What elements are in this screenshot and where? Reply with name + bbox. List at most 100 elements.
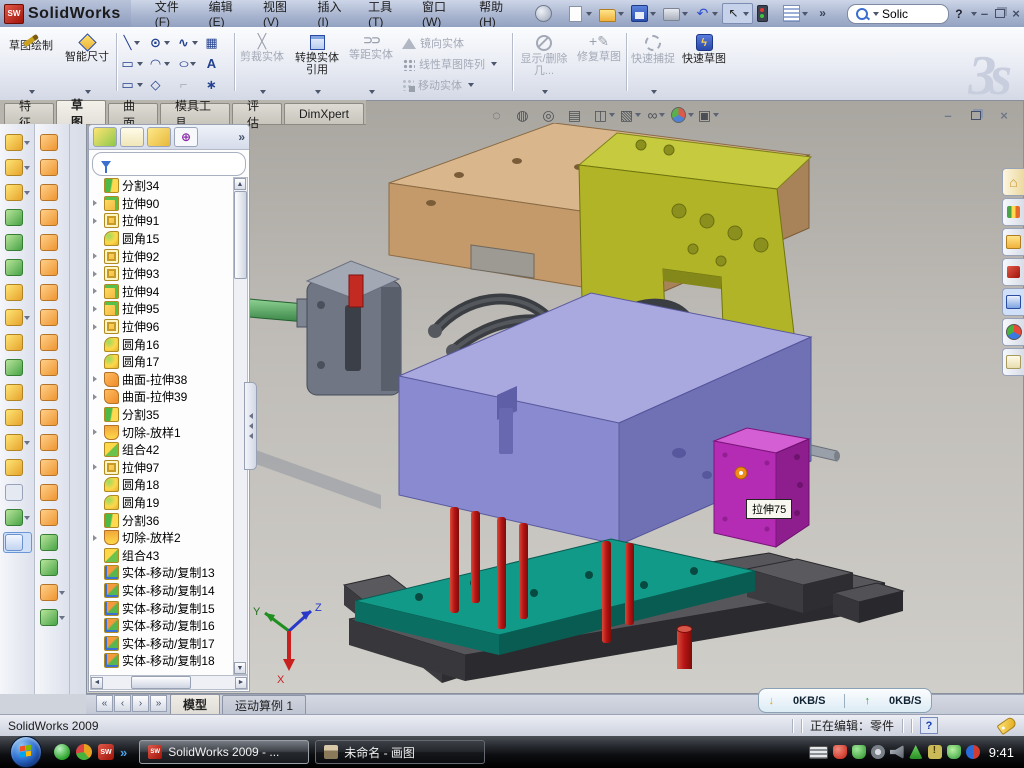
radiate-surface[interactable] [38,332,67,353]
feature-tree-item[interactable]: 拉伸93 [91,265,234,283]
print[interactable] [660,4,691,23]
feature-tree-item[interactable]: 曲面-拉伸38 [91,371,234,389]
exploded-mold-assembly[interactable]: Y Z X [249,123,1024,695]
extruded-cut[interactable] [3,157,32,178]
feature-tree-item[interactable]: 拉伸94 [91,283,234,301]
feature-tree-item[interactable]: 实体-移动/复制15 [91,599,234,617]
app-minimize-button[interactable]: – [977,6,993,22]
section-view[interactable]: ▤ [567,105,590,125]
feature-tree-item[interactable]: 组合43 [91,546,234,564]
custom-properties-tab[interactable] [1002,348,1024,376]
boundary-surface[interactable] [38,232,67,253]
combine[interactable] [3,332,32,353]
expand-arrow[interactable] [93,200,101,206]
feature-tree-item[interactable]: 切除-放样1 [91,423,234,441]
expand-arrow[interactable] [93,535,101,541]
pin[interactable] [532,3,563,24]
taskbar-clock[interactable]: 9:41 [989,745,1014,760]
solidworks-launcher-icon[interactable]: SW [98,744,114,760]
messenger-icon[interactable] [54,744,70,760]
expand-arrow[interactable] [93,253,101,259]
doc-close-button[interactable]: × [995,107,1013,123]
feature-tree-item[interactable]: 组合42 [91,441,234,459]
reference-point[interactable] [3,432,32,453]
swept-surface[interactable] [38,182,67,203]
move-copy-bodies[interactable] [3,407,32,428]
options[interactable] [780,3,811,24]
feature-tree-item[interactable]: 分割36 [91,511,234,529]
extruded-surface[interactable] [38,132,67,153]
knit-surface[interactable] [38,507,67,528]
thicken[interactable] [38,532,67,553]
feature-tree-item[interactable]: 拉伸97 [91,459,234,477]
commandmanager-tab[interactable]: 特征 [4,103,54,124]
antivirus-shield-icon[interactable] [833,745,847,759]
spline-tool[interactable]: ∿ [174,32,202,53]
delete-face[interactable] [38,382,67,403]
feature-tree-item[interactable]: 曲面-拉伸39 [91,388,234,406]
scroll-up-button[interactable]: ▲ [234,178,246,190]
first-study-button[interactable]: « [96,695,113,712]
intersect[interactable] [3,382,32,403]
tree-horizontal-scrollbar[interactable]: ◄ ► [90,675,248,690]
feature-tree-item[interactable]: 实体-移动/复制13 [91,564,234,582]
commandmanager-tab[interactable]: 评估 [232,103,282,124]
feature-tree-item[interactable]: 实体-移动/复制14 [91,582,234,600]
previous-study-button[interactable]: ‹ [114,695,131,712]
doc-minimize-button[interactable]: – [939,107,957,123]
file-explorer-tab[interactable] [1002,228,1024,256]
app-close-button[interactable]: × [1008,6,1024,22]
ellipse-tool[interactable]: ○ [174,53,202,74]
apply-scene[interactable]: ▣ [697,105,720,125]
polygon-tool[interactable]: ◇ [146,74,174,95]
text-tool[interactable]: A [202,53,230,74]
scrollbar-thumb[interactable] [131,676,191,689]
sketch-button[interactable]: 草图绘制 [4,30,58,97]
scroll-left-button[interactable]: ◄ [91,677,103,689]
extruded-boss[interactable] [3,132,32,153]
feature-tree-item[interactable]: 拉伸91 [91,212,234,230]
sketch-fillet-tool[interactable]: ⌐ [174,74,202,95]
configurationmanager-tab[interactable] [147,127,171,147]
quick-launch-chevron[interactable]: » [120,745,127,760]
panel-splitter-handle[interactable] [244,382,257,470]
expand-arrow[interactable] [93,464,101,470]
side-block-magenta[interactable] [714,428,809,547]
help-button[interactable]: ? [949,7,968,21]
display-style[interactable]: ▧ [619,105,642,125]
model-scene[interactable]: Y Z X 拉伸75 [249,123,1024,695]
search-input[interactable]: Solic [882,7,908,21]
circle-tool[interactable]: ⊙ [146,32,174,53]
updates-gear-icon[interactable] [871,745,885,759]
feature-tree-item[interactable]: 实体-移动/复制17 [91,634,234,652]
curve[interactable] [3,507,32,528]
feature-tree-item[interactable]: 圆角18 [91,476,234,494]
thickened-cut[interactable] [38,557,67,578]
rebuild[interactable] [754,3,779,24]
expand-arrow[interactable] [93,271,101,277]
scroll-right-button[interactable]: ► [235,677,247,689]
feature-tree-item[interactable]: 圆角15 [91,230,234,248]
zoom-to-fit[interactable]: ◌ [489,105,512,125]
undo[interactable]: ↶ [692,4,721,23]
doc-restore-button[interactable] [967,107,985,123]
feature-tree-item[interactable]: 拉伸90 [91,195,234,213]
panel-overflow-chevron[interactable]: » [238,130,245,144]
sync-icon[interactable] [909,745,923,759]
feature-tree-item[interactable]: 拉伸92 [91,247,234,265]
commandmanager-tab[interactable]: DimXpert [284,103,364,124]
expand-arrow[interactable] [93,376,101,382]
arc-tool[interactable]: ◠ [146,53,174,74]
expand-arrow[interactable] [93,306,101,312]
taskbar-button-paint[interactable]: 未命名 - 画图 [315,740,485,764]
select[interactable]: ↖ [722,3,753,24]
featuremanager-tree-tab[interactable] [93,127,117,147]
swept-boss[interactable] [3,207,32,228]
rapid-sketch-button[interactable]: ϟ 快速草图 [680,30,728,97]
view-orientation[interactable]: ◫ [593,105,616,125]
feature-tree-item[interactable]: 圆角16 [91,335,234,353]
volume-icon[interactable] [890,745,904,759]
instant3d[interactable] [3,532,32,553]
feature-tree-item[interactable]: 分割35 [91,406,234,424]
next-study-button[interactable]: › [132,695,149,712]
